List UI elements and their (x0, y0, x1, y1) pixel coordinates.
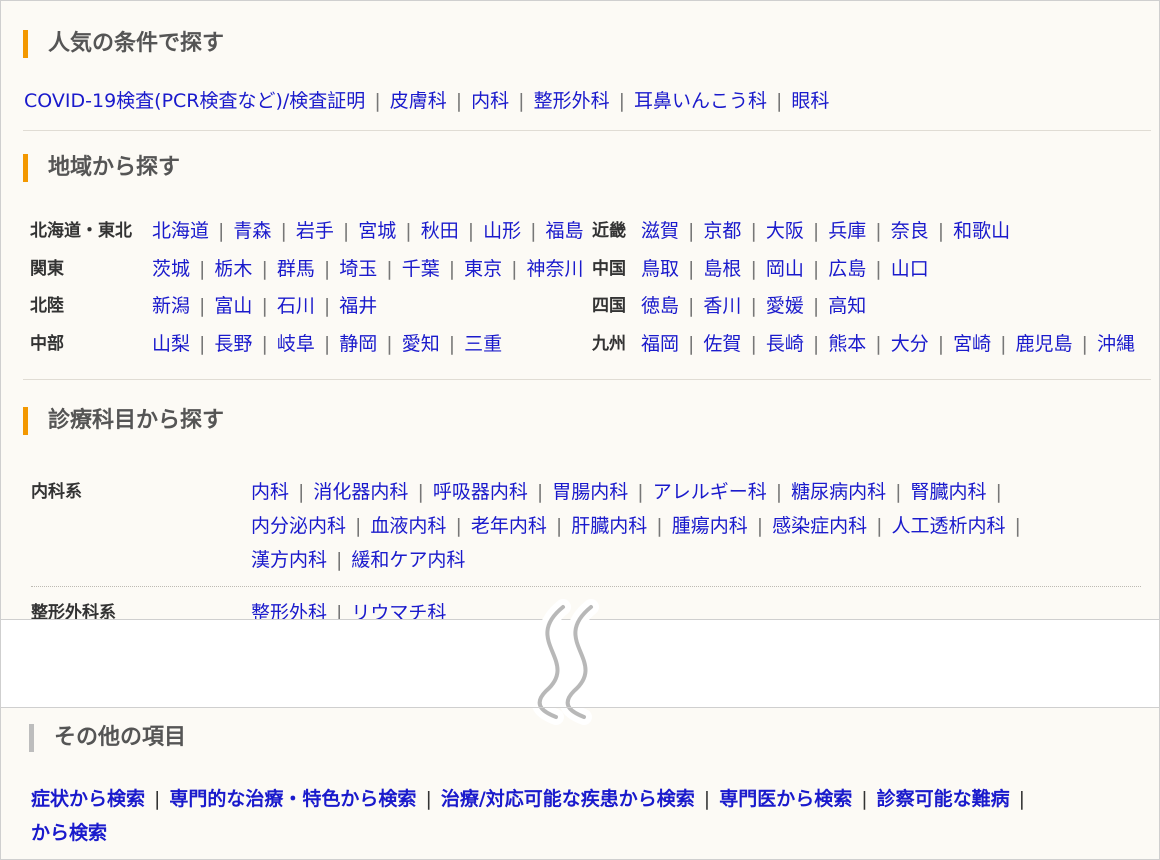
other-items-section: その他の項目 症状から検索 | 専門的な治療・特色から検索 | 治療/対応可能な疾患から… (1, 707, 1159, 859)
link-item[interactable]: 診察可能な難病 (877, 788, 1010, 810)
link-item[interactable]: 専門的な治療・特色から検索 (169, 788, 416, 810)
link-separator: | (154, 788, 161, 810)
page-frame: 人気の条件で探す COVID-19検査(PCR検査など)/検査証明 | 皮膚科 | 内科… (0, 0, 1160, 860)
link-item[interactable]: から検索 (31, 822, 107, 844)
link-separator: | (861, 788, 868, 810)
link-item[interactable]: 専門医から検索 (719, 788, 852, 810)
link-item[interactable]: 治療/対応可能な疾患から検索 (441, 788, 695, 810)
other-links-line2: から検索 (31, 821, 107, 845)
link-separator: | (1018, 788, 1026, 810)
link-separator: | (425, 788, 432, 810)
other-links-line1: 症状から検索 | 専門的な治療・特色から検索 | 治療/対応可能な疾患から検索 | 専門医か… (31, 787, 1034, 811)
other-heading: その他の項目 (29, 724, 186, 752)
link-separator: | (703, 788, 711, 810)
link-item[interactable]: 症状から検索 (31, 788, 145, 810)
